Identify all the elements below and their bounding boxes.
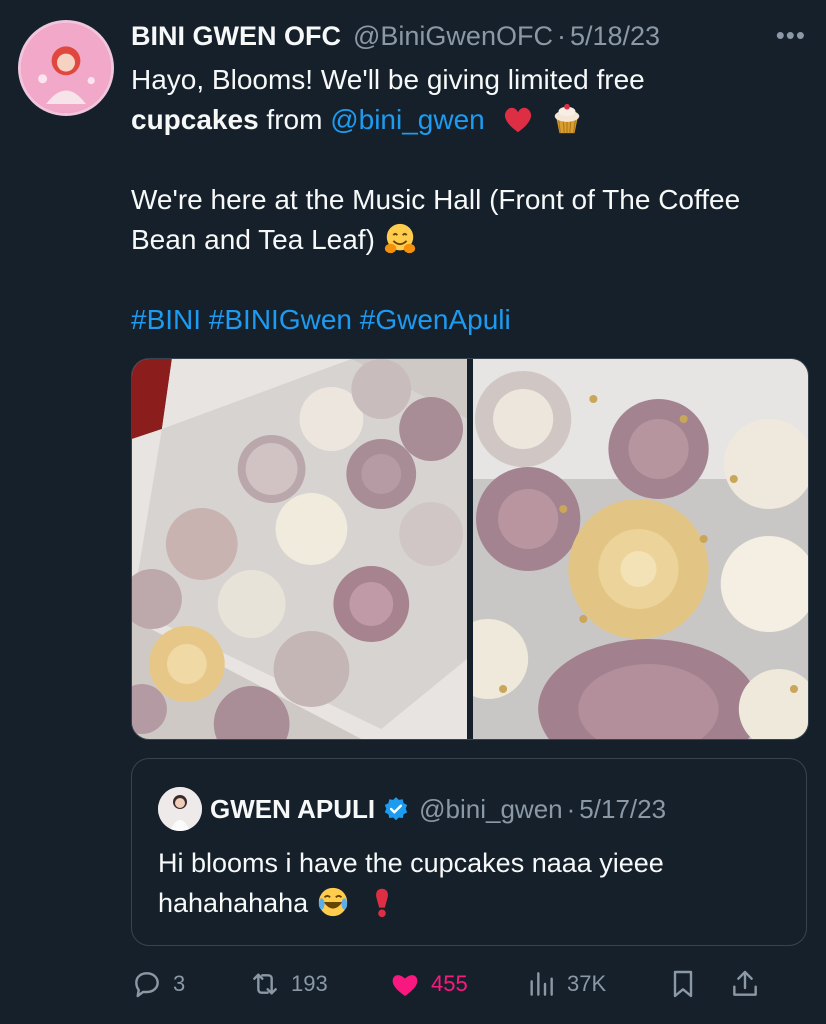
- laugh-emoji-icon: [318, 887, 347, 917]
- bookmark-icon: [673, 970, 693, 998]
- like-count: 455: [431, 971, 468, 996]
- reply-button[interactable]: 3: [131, 968, 249, 1000]
- mention-link[interactable]: @bini_gwen: [330, 104, 485, 135]
- author-handle[interactable]: @BiniGwenOFC: [353, 21, 553, 52]
- quoted-handle[interactable]: @bini_gwen: [419, 794, 562, 825]
- views-icon: [530, 972, 553, 996]
- quoted-tweet-text: Hi blooms i have the cupcakes naaa yieee…: [158, 843, 778, 923]
- tweet-hashtags[interactable]: #BINI #BINIGwen #GwenApuli: [131, 300, 801, 340]
- views-count: 37K: [567, 971, 607, 996]
- like-icon: [392, 975, 418, 996]
- bookmark-button[interactable]: [667, 968, 729, 1000]
- reply-count: 3: [173, 971, 186, 996]
- hug-emoji-icon: [384, 223, 416, 254]
- author-display-name[interactable]: BINI GWEN OFC: [131, 21, 341, 52]
- heart-emoji-icon: [504, 107, 531, 133]
- tweet-paragraph-2-text: We're here at the Music Hall (Front of T…: [131, 184, 741, 255]
- retweet-count: 193: [291, 971, 328, 996]
- like-button[interactable]: 455: [389, 968, 525, 1000]
- quoted-separator: ·: [566, 793, 576, 824]
- quoted-date[interactable]: 5/17/23: [579, 794, 666, 825]
- cupcake-photo-1[interactable]: [132, 359, 467, 739]
- cupcake-emoji-icon: [555, 103, 580, 134]
- cupcake-photo-2[interactable]: [473, 359, 808, 739]
- retweet-button[interactable]: 193: [249, 968, 389, 1000]
- share-button[interactable]: [729, 968, 769, 1000]
- tweet-text: Hayo, Blooms! We'll be giving limited fr…: [131, 60, 801, 340]
- quoted-text-body: Hi blooms i have the cupcakes naaa yieee…: [158, 848, 664, 918]
- share-icon: [733, 970, 757, 996]
- quoted-display-name[interactable]: GWEN APULI: [210, 794, 375, 825]
- more-icon[interactable]: •••: [776, 20, 806, 51]
- header-separator: ·: [556, 20, 566, 51]
- verified-icon: [384, 797, 408, 821]
- exclamation-emoji-icon: [376, 888, 389, 918]
- retweet-icon: [253, 973, 277, 995]
- tweet-bold-word: cupcakes: [131, 104, 259, 135]
- tweet-line-1: Hayo, Blooms! We'll be giving limited fr…: [131, 64, 645, 95]
- tweet-paragraph-2: We're here at the Music Hall (Front of T…: [131, 180, 801, 260]
- tweet-line-2: cupcakes from @bini_gwen: [131, 100, 801, 140]
- views-button[interactable]: 37K: [525, 968, 667, 1000]
- quoted-tweet[interactable]: GWEN APULI @bini_gwen · 5/17/23 Hi bloom…: [131, 758, 807, 946]
- tweet-line-2-text: from: [258, 104, 331, 135]
- tweet-media[interactable]: [131, 358, 809, 740]
- quoted-author-avatar[interactable]: [158, 787, 202, 831]
- tweet-header: BINI GWEN OFC @BiniGwenOFC · 5/18/23: [131, 18, 796, 54]
- tweet-date[interactable]: 5/18/23: [570, 21, 660, 52]
- author-avatar[interactable]: [18, 20, 114, 116]
- tweet-actions: 3 193 455 37K: [131, 960, 807, 1008]
- reply-icon: [135, 972, 159, 998]
- quoted-tweet-header: GWEN APULI @bini_gwen · 5/17/23: [210, 787, 666, 831]
